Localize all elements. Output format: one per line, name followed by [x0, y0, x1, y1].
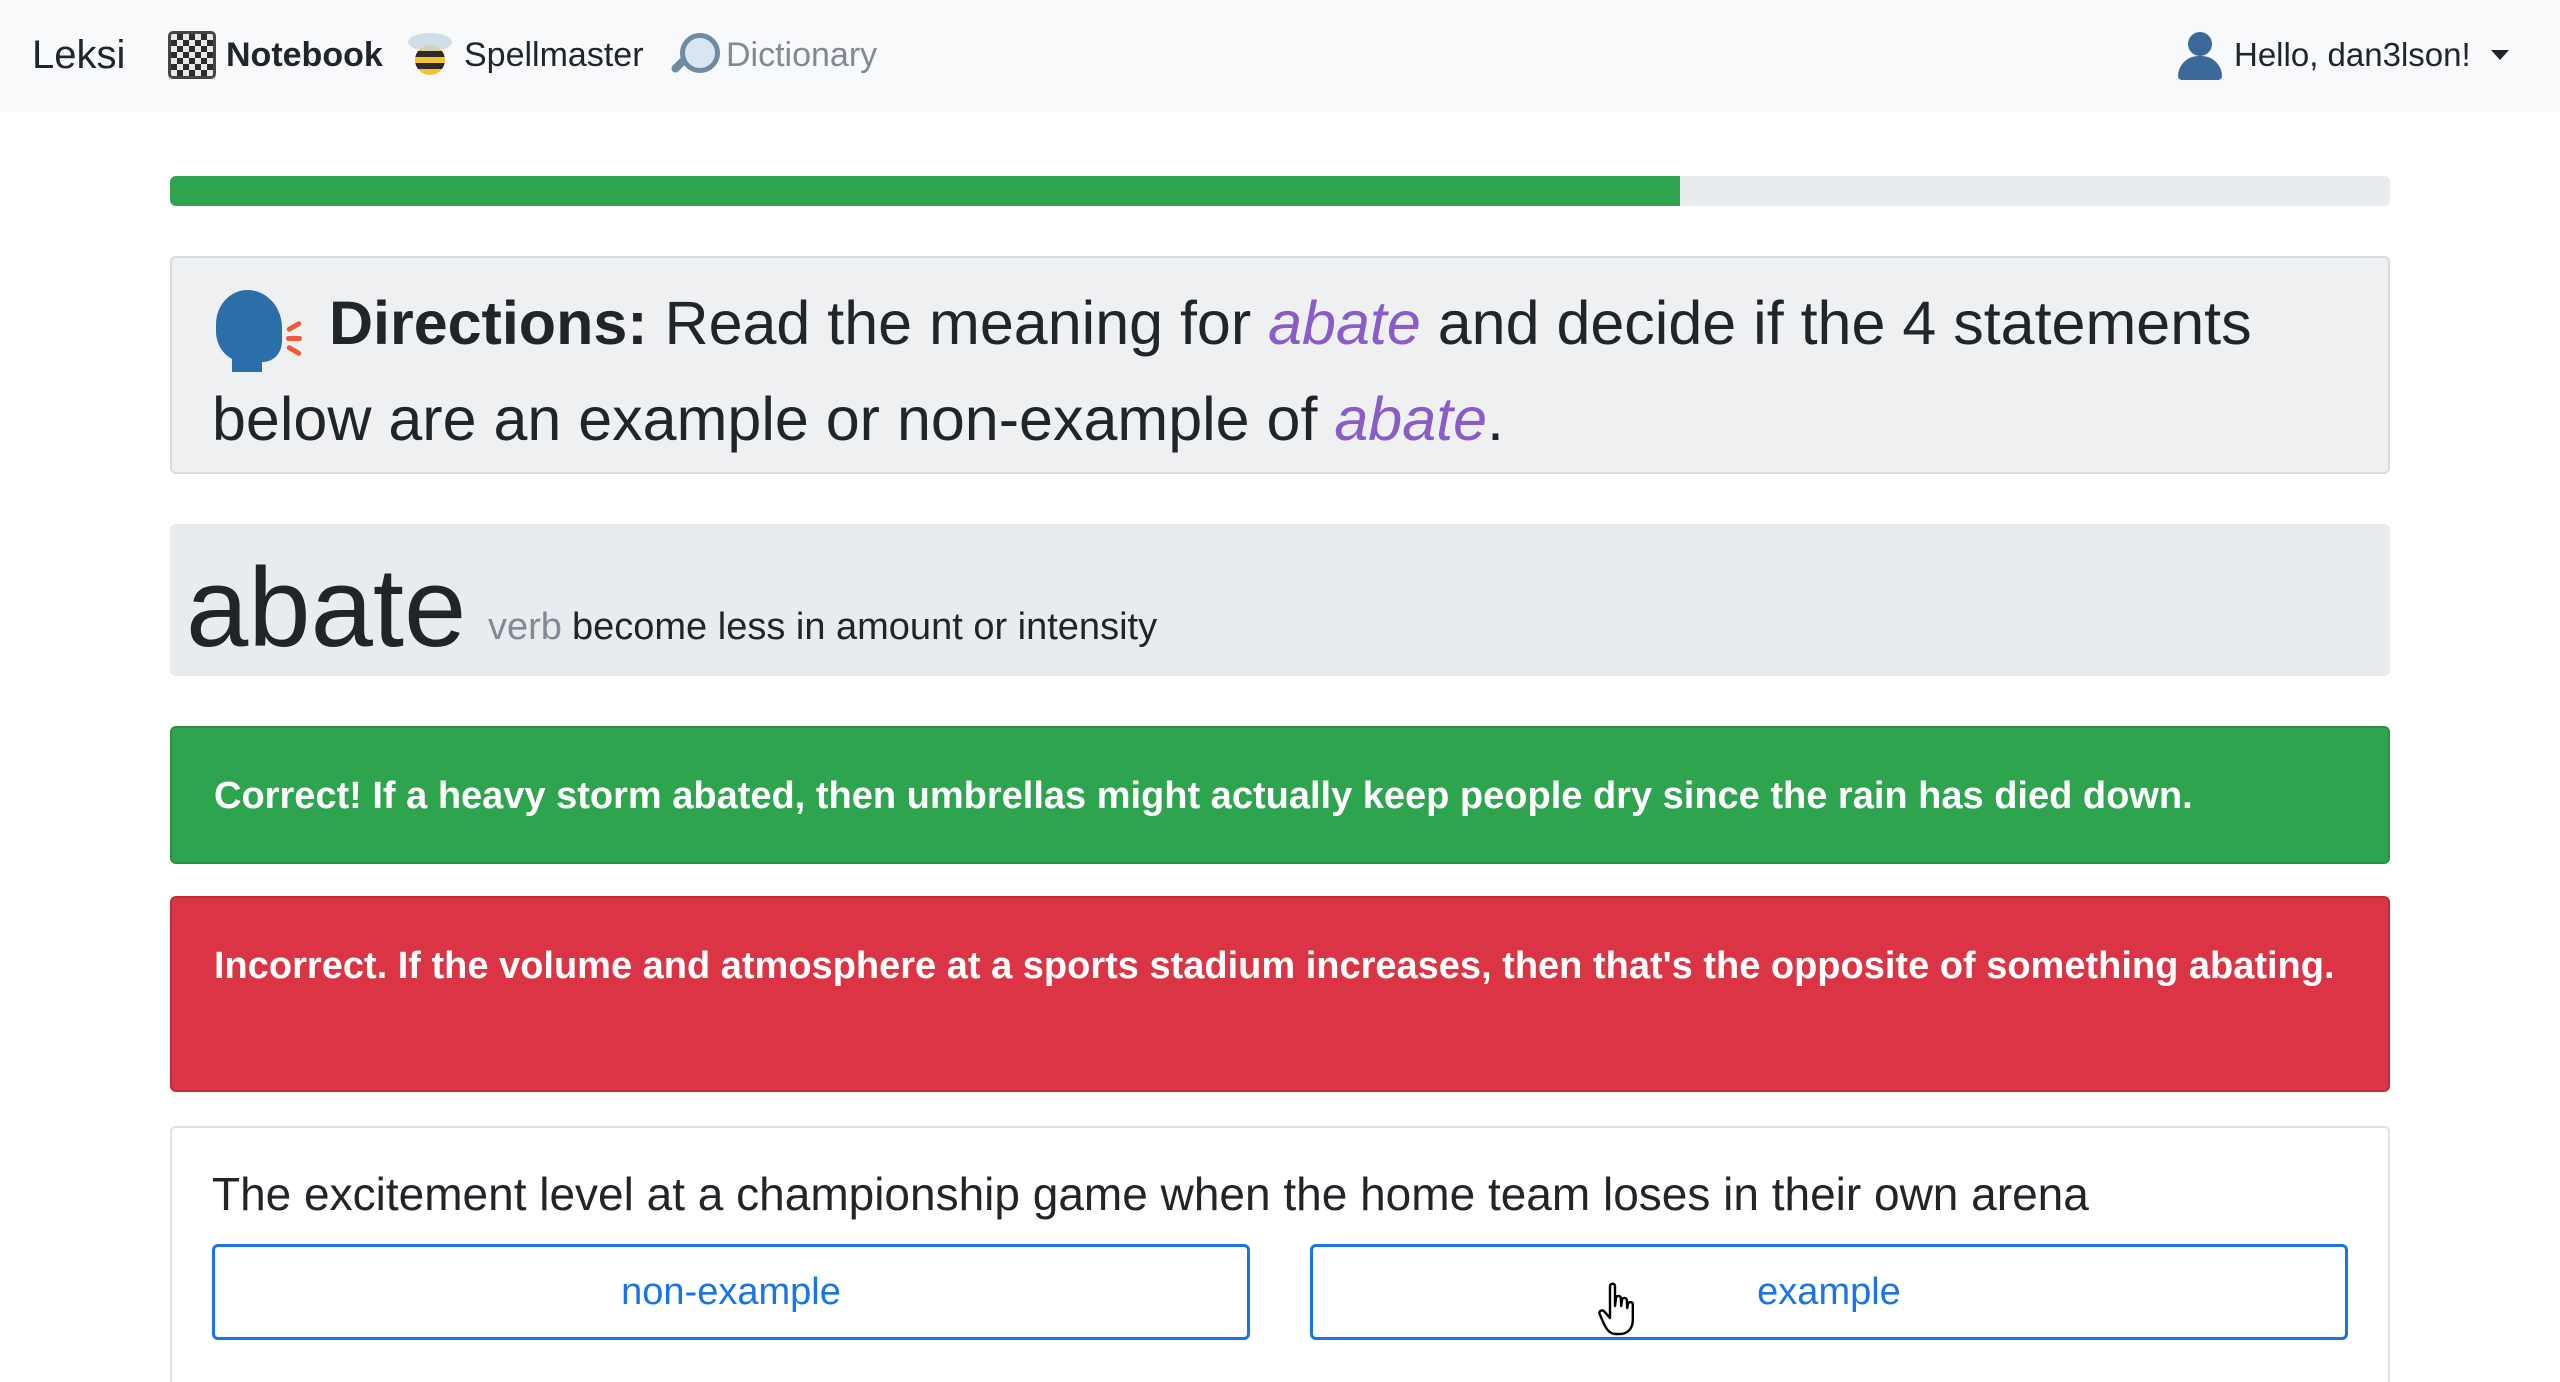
directions-text-1: Read the meaning for — [647, 289, 1269, 357]
directions-word-1: abate — [1268, 289, 1421, 357]
example-button[interactable]: example — [1310, 1244, 2348, 1340]
part-of-speech: verb — [488, 606, 562, 648]
definition-meaning: become less in amount or intensity — [572, 606, 1158, 648]
nav-dictionary-label: Dictionary — [726, 35, 878, 74]
magnifier-icon — [668, 31, 720, 79]
non-example-button[interactable]: non-example — [212, 1244, 1250, 1340]
incorrect-feedback-alert: Incorrect. If the volume and atmosphere … — [170, 896, 2390, 1092]
user-greeting: Hello, dan3lson! — [2234, 36, 2471, 73]
directions-panel: Directions: Read the meaning for abate a… — [170, 256, 2390, 474]
question-statement: The excitement level at a championship g… — [212, 1168, 2089, 1220]
question-card: The excitement level at a championship g… — [170, 1126, 2390, 1382]
user-icon — [2176, 30, 2224, 80]
nav-spellmaster-label: Spellmaster — [464, 35, 644, 74]
caret-down-icon — [2490, 50, 2509, 60]
bee-icon — [406, 31, 454, 79]
nav-notebook[interactable]: Notebook — [168, 26, 383, 84]
hand-cursor-icon — [1598, 1282, 1634, 1336]
progress-track — [170, 176, 2390, 206]
navbar: Leksi Notebook Spellmaster Dictionary He… — [0, 0, 2560, 112]
speaking-head-icon — [212, 284, 312, 374]
definition-panel: abate verb become less in amount or inte… — [170, 524, 2390, 676]
directions-label: Directions: — [328, 289, 648, 357]
nav-notebook-label: Notebook — [226, 35, 383, 74]
nav-spellmaster[interactable]: Spellmaster — [406, 26, 644, 84]
definition-word: abate — [186, 545, 467, 670]
notebook-icon — [168, 31, 216, 79]
correct-feedback-alert: Correct! If a heavy storm abated, then u… — [170, 726, 2390, 864]
directions-text-end: . — [1487, 385, 1504, 453]
progress-bar — [170, 176, 1680, 206]
brand-link[interactable]: Leksi — [32, 30, 125, 80]
user-menu-toggle[interactable]: Hello, dan3lson! — [2176, 26, 2509, 84]
nav-dictionary[interactable]: Dictionary — [668, 26, 877, 84]
directions-word-2: abate — [1334, 385, 1488, 453]
